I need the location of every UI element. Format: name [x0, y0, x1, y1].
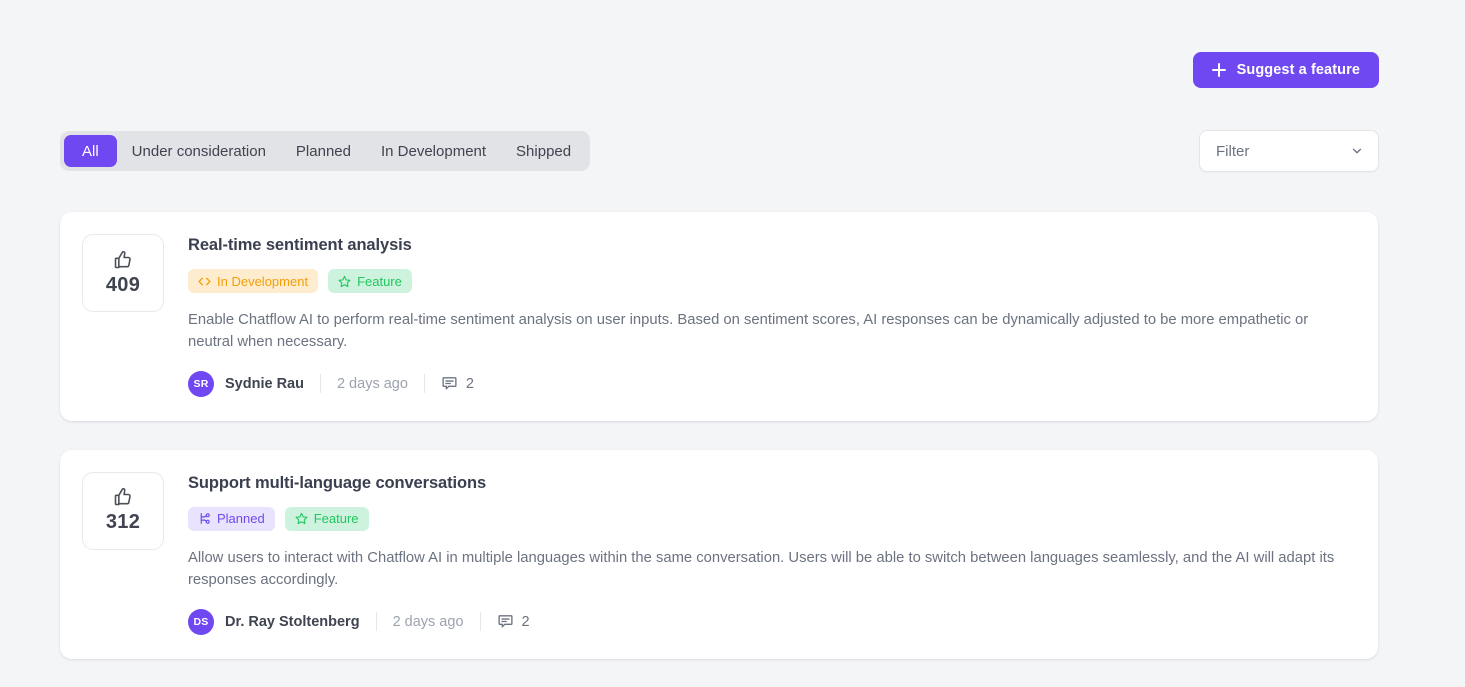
- code-icon: [198, 277, 211, 285]
- tab-shipped-label: Shipped: [516, 142, 572, 160]
- type-badge[interactable]: Feature: [328, 269, 412, 293]
- status-badge-label: In Development: [217, 273, 309, 289]
- comment-count: 2: [465, 375, 474, 392]
- tab-under-consideration-label: Under consideration: [131, 142, 266, 160]
- card-content: Support multi-language conversations Pla…: [188, 472, 1356, 635]
- tab-under-consideration[interactable]: Under consideration: [117, 135, 281, 167]
- comments-button[interactable]: 2: [497, 613, 530, 630]
- card-description: Allow users to interact with Chatflow AI…: [188, 549, 1335, 589]
- star-icon: [338, 275, 351, 287]
- status-badge[interactable]: In Development: [188, 269, 319, 293]
- feature-request-card[interactable]: 409 Real-time sentiment analysis In Deve…: [60, 212, 1378, 421]
- type-badge-label: Feature: [313, 511, 359, 527]
- avatar: DS: [188, 608, 214, 635]
- vote-count: 409: [105, 273, 141, 296]
- tab-in-development-label: In Development: [380, 142, 487, 160]
- card-description: Enable Chatflow AI to perform real-time …: [188, 312, 1309, 351]
- type-badge-label: Feature: [357, 273, 402, 289]
- tab-all-label: All: [82, 142, 99, 160]
- status-badge[interactable]: Planned: [188, 506, 275, 531]
- type-badge[interactable]: Feature: [284, 506, 369, 531]
- timestamp: 2 days ago: [336, 375, 408, 392]
- tab-planned-label: Planned: [295, 142, 351, 160]
- tab-all[interactable]: All: [64, 135, 117, 167]
- comment-icon: [442, 377, 457, 390]
- meta-divider: [423, 374, 425, 394]
- vote-button[interactable]: 409: [82, 234, 164, 312]
- meta-divider: [319, 374, 321, 394]
- comment-count: 2: [521, 613, 530, 630]
- header-actions: Suggest a feature: [0, 52, 1379, 88]
- thumbs-up-icon: [114, 488, 131, 506]
- vote-button[interactable]: 312: [82, 471, 164, 550]
- tab-in-development[interactable]: In Development: [366, 135, 501, 167]
- feature-request-card[interactable]: 312 Support multi-language conversations…: [60, 449, 1378, 659]
- suggest-a-feature-button[interactable]: Suggest a feature: [1192, 52, 1379, 88]
- status-badge-label: Planned: [217, 511, 265, 527]
- card-badges: Planned Feature: [188, 506, 1356, 531]
- chevron-down-icon: [1352, 148, 1362, 154]
- comments-button[interactable]: 2: [441, 375, 474, 392]
- meta-divider: [479, 612, 481, 632]
- card-badges: In Development Feature: [188, 269, 1356, 293]
- timestamp: 2 days ago: [392, 613, 464, 630]
- card-title: Support multi-language conversations: [188, 473, 487, 492]
- feature-request-list: 409 Real-time sentiment analysis In Deve…: [60, 212, 1378, 687]
- comment-icon: [497, 615, 513, 628]
- card-content: Real-time sentiment analysis In Developm…: [188, 234, 1356, 397]
- filter-dropdown-label: Filter: [1216, 142, 1250, 160]
- tab-planned[interactable]: Planned: [281, 135, 366, 167]
- plus-icon: [1211, 63, 1226, 77]
- suggest-button-label: Suggest a feature: [1236, 62, 1360, 78]
- filter-bar: All Under consideration Planned In Devel…: [60, 130, 1379, 172]
- star-icon: [295, 513, 308, 525]
- git-branch-icon: [200, 513, 210, 525]
- card-meta: DS Dr. Ray Stoltenberg 2 days ago 2: [188, 608, 1356, 635]
- avatar: SR: [188, 370, 214, 397]
- status-tabs: All Under consideration Planned In Devel…: [60, 131, 591, 171]
- tab-shipped[interactable]: Shipped: [501, 135, 586, 167]
- thumbs-up-icon: [114, 250, 131, 268]
- filter-dropdown[interactable]: Filter: [1199, 130, 1379, 172]
- feature-request-board: Suggest a feature All Under consideratio…: [0, 0, 1465, 687]
- card-meta: SR Sydnie Rau 2 days ago 2: [188, 370, 1356, 397]
- meta-divider: [375, 612, 377, 632]
- author-name: Sydnie Rau: [225, 375, 304, 392]
- vote-count: 312: [105, 511, 141, 534]
- author-name: Dr. Ray Stoltenberg: [225, 613, 360, 630]
- card-title: Real-time sentiment analysis: [188, 236, 412, 254]
